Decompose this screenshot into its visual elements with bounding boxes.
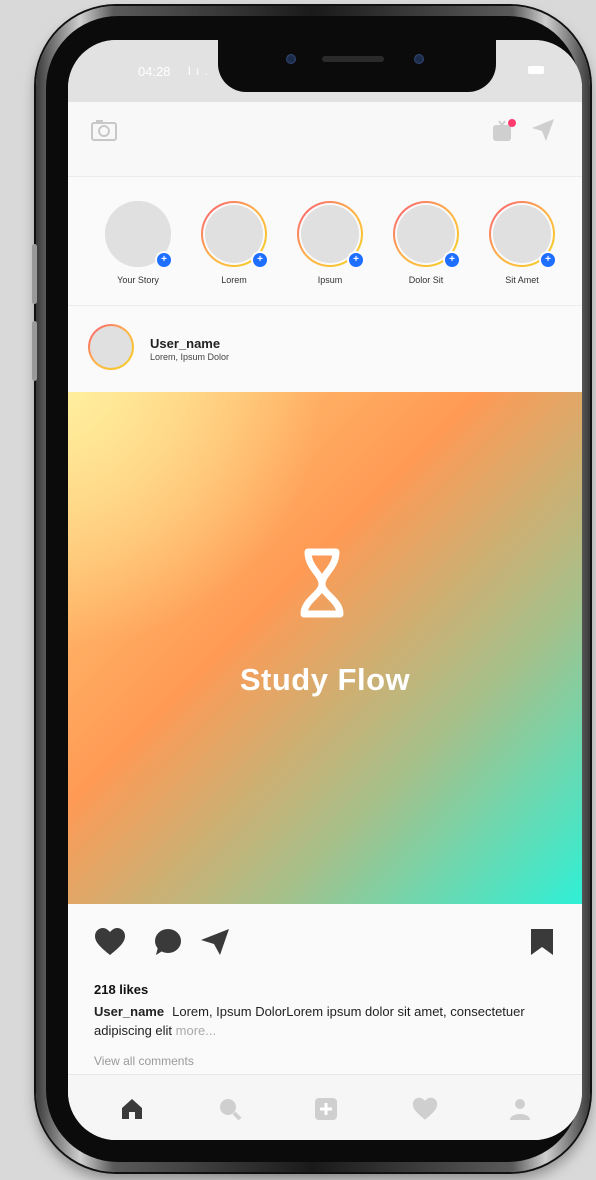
share-icon[interactable]: [200, 928, 230, 961]
front-camera-icon: [286, 54, 296, 64]
likes-count[interactable]: 218 likes: [94, 982, 148, 997]
activity-heart-icon[interactable]: [412, 1097, 438, 1126]
camera-icon[interactable]: [90, 118, 118, 147]
hourglass-logo-icon: [292, 544, 352, 629]
post-image-title: Study Flow: [239, 662, 411, 697]
story-label: Ipsum: [317, 275, 343, 285]
post-caption: User_name Lorem, Ipsum DolorLorem ipsum d…: [94, 1002, 564, 1040]
story-sit-amet[interactable]: + Sit Amet: [482, 201, 562, 285]
post-author-avatar[interactable]: [88, 324, 134, 370]
app-top-bar: [68, 102, 582, 177]
add-icon: +: [251, 251, 269, 269]
bottom-navigation: [68, 1074, 582, 1140]
story-label: Lorem: [221, 275, 247, 285]
add-icon: +: [347, 251, 365, 269]
profile-icon[interactable]: [508, 1097, 532, 1126]
direct-message-icon[interactable]: [530, 117, 556, 148]
volume-down-button: [32, 321, 37, 381]
signal-icon: l ı .: [188, 64, 210, 78]
comment-icon[interactable]: [152, 928, 182, 961]
story-label: Dolor Sit: [408, 275, 444, 285]
earpiece-speaker: [322, 56, 384, 62]
like-heart-icon[interactable]: [94, 928, 126, 961]
add-post-icon[interactable]: [314, 1097, 338, 1126]
phone-frame: 04:28 l ı . + Your Story + Lorem + Ipsum…: [32, 6, 590, 1172]
add-icon: +: [539, 251, 557, 269]
story-label: Sit Amet: [505, 275, 539, 285]
story-label: Your Story: [117, 275, 159, 285]
status-time: 04:28: [138, 64, 171, 79]
story-your-story[interactable]: + Your Story: [98, 201, 178, 285]
story-ipsum[interactable]: + Ipsum: [290, 201, 370, 285]
igtv-icon[interactable]: [490, 116, 518, 149]
search-icon[interactable]: [218, 1097, 242, 1126]
story-lorem[interactable]: + Lorem: [194, 201, 274, 285]
sensor-icon: [414, 54, 424, 64]
more-link[interactable]: more...: [176, 1023, 216, 1038]
battery-icon: [528, 66, 544, 74]
post-header: User_name Lorem, Ipsum Dolor: [68, 306, 582, 392]
home-icon[interactable]: [120, 1097, 144, 1126]
post-image[interactable]: Study Flow: [68, 392, 582, 904]
story-dolor-sit[interactable]: + Dolor Sit: [386, 201, 466, 285]
phone-notch: [218, 40, 496, 92]
stories-tray: + Your Story + Lorem + Ipsum + Dolor Sit…: [68, 177, 582, 306]
bookmark-icon[interactable]: [530, 928, 554, 961]
view-all-comments-link[interactable]: View all comments: [94, 1054, 194, 1068]
post-username[interactable]: User_name: [150, 336, 220, 351]
app-screen: 04:28 l ı . + Your Story + Lorem + Ipsum…: [68, 40, 582, 1140]
status-bar: 04:28 l ı .: [68, 40, 582, 102]
post-location[interactable]: Lorem, Ipsum Dolor: [150, 352, 229, 362]
volume-up-button: [32, 244, 37, 304]
post-actions: 218 likes User_name Lorem, Ipsum DolorLor…: [68, 904, 582, 1074]
caption-username[interactable]: User_name: [94, 1004, 164, 1019]
add-icon: +: [443, 251, 461, 269]
add-story-icon[interactable]: +: [155, 251, 173, 269]
